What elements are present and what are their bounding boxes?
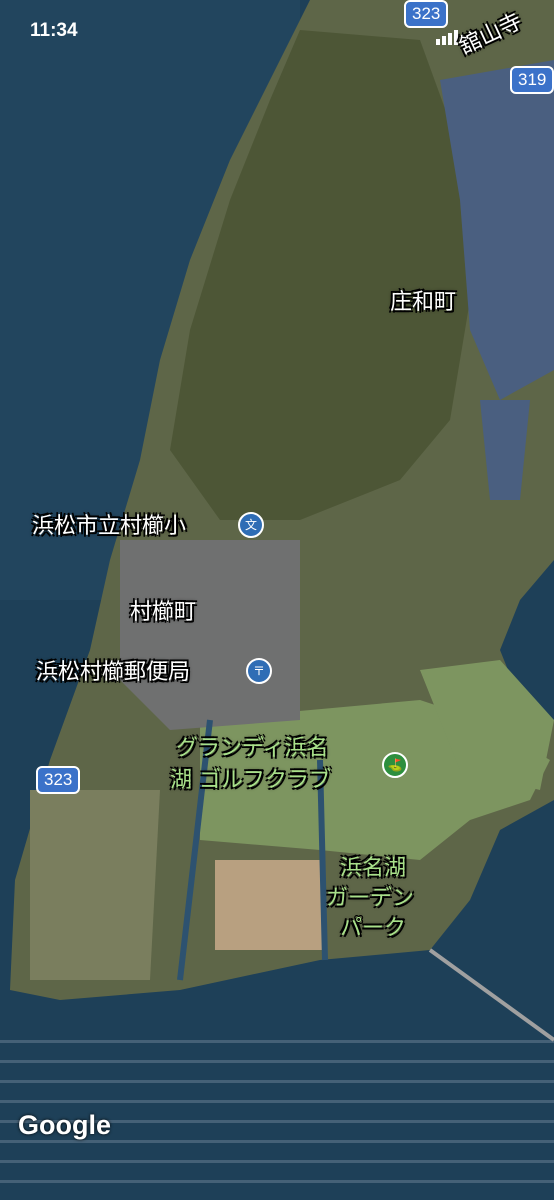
route-323-shield-left[interactable]: 323	[36, 766, 81, 794]
post-office-pin-icon[interactable]: 〒	[246, 658, 272, 684]
school-pin-icon[interactable]: 文	[238, 512, 264, 538]
route-319-shield[interactable]: 319	[510, 66, 554, 94]
label-post-office[interactable]: 浜松村櫛郵便局	[36, 660, 190, 686]
label-golf-line1[interactable]: グランディ浜名	[176, 736, 328, 762]
label-murakushi-school[interactable]: 浜松市立村櫛小	[32, 514, 186, 540]
google-logo: Google	[18, 1110, 111, 1140]
golf-pin-icon[interactable]: ⛳	[382, 752, 408, 778]
status-time: 11:34	[30, 20, 78, 41]
satellite-imagery	[0, 0, 554, 1200]
satellite-map[interactable]: 11:34 323 319 323 舘山寺 庄和町 浜松市立村櫛小 文 村櫛町 …	[0, 0, 554, 1200]
label-murakushi-town[interactable]: 村櫛町	[130, 600, 196, 626]
label-golf-line2[interactable]: 湖 ゴルフクラブ	[170, 768, 331, 794]
label-garden-line1[interactable]: 浜名湖	[340, 856, 406, 882]
label-shouwa[interactable]: 庄和町	[390, 290, 456, 316]
route-323-shield-top[interactable]: 323	[404, 0, 449, 28]
label-garden-line3[interactable]: パーク	[340, 916, 406, 942]
label-garden-line2[interactable]: ガーデン	[326, 886, 414, 912]
